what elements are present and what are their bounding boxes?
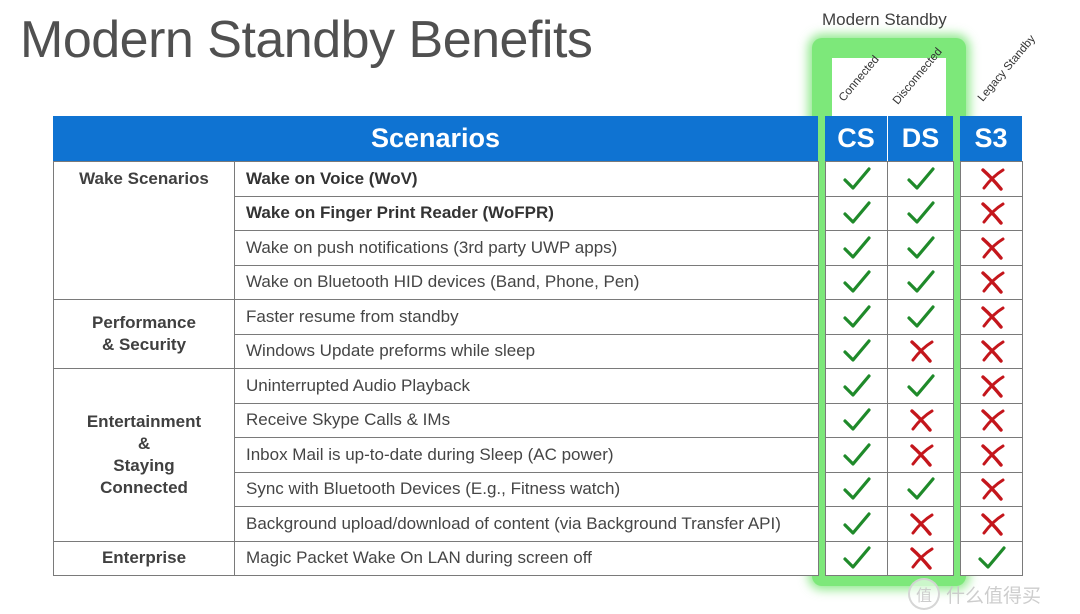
- checkmark-icon: [842, 511, 872, 537]
- scenario-cell: Wake on Bluetooth HID devices (Band, Pho…: [234, 264, 819, 300]
- header-s3: S3: [960, 116, 1022, 161]
- s3-status-cell: [960, 471, 1023, 507]
- checkmark-icon: [906, 269, 936, 295]
- cross-icon: [977, 407, 1007, 433]
- page-title: Modern Standby Benefits: [20, 11, 593, 69]
- ds-status-cell: [887, 437, 954, 473]
- checkmark-icon: [906, 304, 936, 330]
- checkmark-icon: [906, 166, 936, 192]
- cs-status-cell: [825, 264, 888, 300]
- scenario-cell: Inbox Mail is up-to-date during Sleep (A…: [234, 437, 819, 473]
- checkmark-icon: [842, 476, 872, 502]
- scenario-cell: Wake on Finger Print Reader (WoFPR): [234, 195, 819, 231]
- cross-icon: [977, 235, 1007, 261]
- cross-icon: [977, 476, 1007, 502]
- cs-status-cell: [825, 333, 888, 369]
- ds-status-cell: [887, 161, 954, 197]
- cs-status-cell: [825, 471, 888, 507]
- cross-icon: [977, 442, 1007, 468]
- s3-status-cell: [960, 368, 1023, 404]
- scenario-cell: Uninterrupted Audio Playback: [234, 368, 819, 404]
- category-cell: Entertainment & Staying Connected: [53, 368, 235, 542]
- s3-status-cell: [960, 195, 1023, 231]
- cross-icon: [977, 373, 1007, 399]
- checkmark-icon: [906, 373, 936, 399]
- ds-status-cell: [887, 471, 954, 507]
- cross-icon: [977, 269, 1007, 295]
- cs-status-cell: [825, 437, 888, 473]
- checkmark-icon: [842, 407, 872, 433]
- header-scenarios: Scenarios: [53, 116, 818, 161]
- ds-status-cell: [887, 506, 954, 542]
- s3-status-cell: [960, 333, 1023, 369]
- scenario-cell: Windows Update preforms while sleep: [234, 333, 819, 369]
- s3-status-cell: [960, 161, 1023, 197]
- category-cell: Wake Scenarios: [53, 161, 235, 300]
- scenario-cell: Wake on Voice (WoV): [234, 161, 819, 197]
- cs-status-cell: [825, 230, 888, 266]
- category-cell: Performance & Security: [53, 299, 235, 369]
- s3-status-cell: [960, 299, 1023, 335]
- s3-status-cell: [960, 437, 1023, 473]
- cs-status-cell: [825, 195, 888, 231]
- checkmark-icon: [842, 545, 872, 571]
- checkmark-icon: [842, 200, 872, 226]
- checkmark-icon: [842, 373, 872, 399]
- checkmark-icon: [842, 166, 872, 192]
- scenario-cell: Sync with Bluetooth Devices (E.g., Fitne…: [234, 471, 819, 507]
- cross-icon: [906, 407, 936, 433]
- cross-icon: [977, 338, 1007, 364]
- modern-standby-label: Modern Standby: [822, 10, 947, 29]
- checkmark-icon: [906, 200, 936, 226]
- checkmark-icon: [977, 545, 1007, 571]
- ds-status-cell: [887, 540, 954, 576]
- cross-icon: [906, 442, 936, 468]
- ds-status-cell: [887, 402, 954, 438]
- cs-status-cell: [825, 540, 888, 576]
- cs-status-cell: [825, 506, 888, 542]
- cross-icon: [906, 511, 936, 537]
- header-cs: CS: [825, 116, 887, 161]
- s3-status-cell: [960, 506, 1023, 542]
- checkmark-icon: [842, 269, 872, 295]
- s3-status-cell: [960, 230, 1023, 266]
- cs-status-cell: [825, 161, 888, 197]
- checkmark-icon: [842, 304, 872, 330]
- watermark: 值 什么值得买: [908, 578, 1041, 610]
- checkmark-icon: [842, 235, 872, 261]
- s3-status-cell: [960, 402, 1023, 438]
- ds-status-cell: [887, 333, 954, 369]
- s3-status-cell: [960, 540, 1023, 576]
- cross-icon: [906, 545, 936, 571]
- cross-icon: [977, 166, 1007, 192]
- ds-status-cell: [887, 264, 954, 300]
- cross-icon: [977, 304, 1007, 330]
- cross-icon: [906, 338, 936, 364]
- cross-icon: [977, 200, 1007, 226]
- category-cell: Enterprise: [53, 540, 235, 576]
- scenario-cell: Receive Skype Calls & IMs: [234, 402, 819, 438]
- scenario-cell: Faster resume from standby: [234, 299, 819, 335]
- checkmark-icon: [906, 476, 936, 502]
- checkmark-icon: [906, 235, 936, 261]
- ds-status-cell: [887, 230, 954, 266]
- cs-status-cell: [825, 368, 888, 404]
- cross-icon: [977, 511, 1007, 537]
- cs-status-cell: [825, 402, 888, 438]
- checkmark-icon: [842, 442, 872, 468]
- watermark-text: 什么值得买: [946, 585, 1042, 607]
- scenario-cell: Wake on push notifications (3rd party UW…: [234, 230, 819, 266]
- s3-status-cell: [960, 264, 1023, 300]
- checkmark-icon: [842, 338, 872, 364]
- scenario-cell: Background upload/download of content (v…: [234, 506, 819, 542]
- cs-status-cell: [825, 299, 888, 335]
- watermark-badge-icon: 值: [908, 578, 940, 610]
- annotation-legacy-standby: Legacy Standby: [975, 33, 1039, 104]
- ds-status-cell: [887, 368, 954, 404]
- scenario-cell: Magic Packet Wake On LAN during screen o…: [234, 540, 819, 576]
- header-ds: DS: [888, 116, 953, 161]
- ds-status-cell: [887, 299, 954, 335]
- ds-status-cell: [887, 195, 954, 231]
